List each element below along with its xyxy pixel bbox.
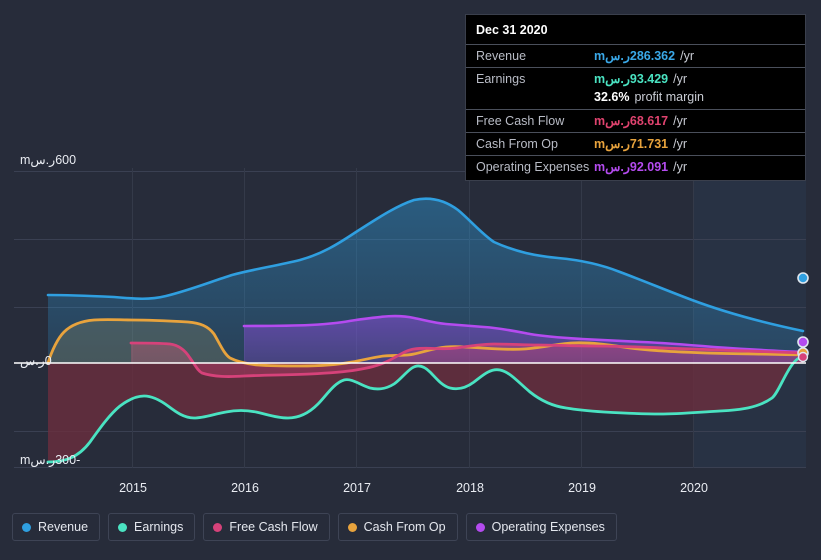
tooltip-suffix-revenue: /yr <box>680 49 694 63</box>
y-axis-label-min: -300ر.سm <box>20 453 81 467</box>
tooltip-row-free-cash-flow: Free Cash Flow 68.617ر.سm /yr <box>466 109 805 132</box>
tooltip-value-free-cash-flow: 68.617ر.سm <box>594 114 669 128</box>
tooltip-value-operating-expenses: 92.091ر.سm <box>594 160 669 174</box>
legend-label-revenue: Revenue <box>38 520 89 534</box>
area-earnings <box>48 357 803 462</box>
endpoint-revenue <box>797 272 809 284</box>
legend-label-free-cash-flow: Free Cash Flow <box>229 520 318 534</box>
tooltip-suffix-profit-margin: profit margin <box>634 90 704 104</box>
x-axis-label-2017: 2017 <box>343 481 371 495</box>
tooltip-label-cash-from-op: Cash From Op <box>476 137 558 151</box>
tooltip-value-revenue: 286.362ر.سm <box>594 49 676 63</box>
tooltip-suffix-free-cash-flow: /yr <box>673 114 688 128</box>
financial-chart: 600ر.سm 0ر.س -300ر.سm 2015 2016 2017 201… <box>0 0 821 560</box>
x-axis-label-2020: 2020 <box>680 481 708 495</box>
y-axis-label-zero: 0ر.س <box>20 354 52 368</box>
legend-item-earnings[interactable]: Earnings <box>108 513 196 541</box>
tooltip-date-title: Dec 31 2020 <box>476 23 548 37</box>
tooltip-row-revenue: Revenue 286.362ر.سm /yr <box>466 44 805 67</box>
tooltip-row-cash-from-op: Cash From Op 71.731ر.سm /yr <box>466 132 805 155</box>
chart-tooltip: Dec 31 2020 Revenue 286.362ر.سm /yr Earn… <box>465 14 806 181</box>
tooltip-value-profit-margin: 32.6% <box>594 90 630 104</box>
legend-label-operating-expenses: Operating Expenses <box>491 520 605 534</box>
tooltip-suffix-operating-expenses: /yr <box>673 160 688 174</box>
tooltip-label-free-cash-flow: Free Cash Flow <box>476 114 565 128</box>
legend-dot-operating-expenses <box>475 522 485 532</box>
tooltip-label-operating-expenses: Operating Expenses <box>476 160 590 174</box>
endpoint-free-cash-flow <box>797 351 809 363</box>
x-axis-label-2018: 2018 <box>456 481 484 495</box>
tooltip-suffix-cash-from-op: /yr <box>673 137 688 151</box>
tooltip-row-earnings: Earnings 93.429ر.سm /yr <box>466 67 805 90</box>
tooltip-value-cash-from-op: 71.731ر.سm <box>594 137 669 151</box>
legend-dot-cash-from-op <box>347 522 357 532</box>
legend-dot-free-cash-flow <box>213 522 223 532</box>
legend-label-earnings: Earnings <box>134 520 184 534</box>
legend-item-operating-expenses[interactable]: Operating Expenses <box>465 513 617 541</box>
x-axis-label-2015: 2015 <box>119 481 147 495</box>
tooltip-label-earnings: Earnings <box>476 72 526 86</box>
endpoint-operating-expenses <box>797 336 809 348</box>
tooltip-row-profit-margin: 32.6% profit margin <box>466 90 805 109</box>
y-axis-label-max: 600ر.سm <box>20 153 77 167</box>
legend-item-revenue[interactable]: Revenue <box>12 513 101 541</box>
tooltip-row-operating-expenses: Operating Expenses 92.091ر.سm /yr <box>466 155 805 178</box>
legend-dot-revenue <box>22 522 31 532</box>
chart-legend: Revenue Earnings Free Cash Flow Cash Fro… <box>12 513 617 541</box>
legend-dot-earnings <box>118 522 128 532</box>
x-axis-label-2019: 2019 <box>568 481 596 495</box>
tooltip-suffix-earnings: /yr <box>673 72 688 86</box>
legend-item-free-cash-flow[interactable]: Free Cash Flow <box>203 513 330 541</box>
tooltip-value-earnings: 93.429ر.سm <box>594 72 669 86</box>
x-axis-label-2016: 2016 <box>231 481 259 495</box>
tooltip-label-revenue: Revenue <box>476 49 527 63</box>
legend-label-cash-from-op: Cash From Op <box>363 520 446 534</box>
legend-item-cash-from-op[interactable]: Cash From Op <box>337 513 458 541</box>
